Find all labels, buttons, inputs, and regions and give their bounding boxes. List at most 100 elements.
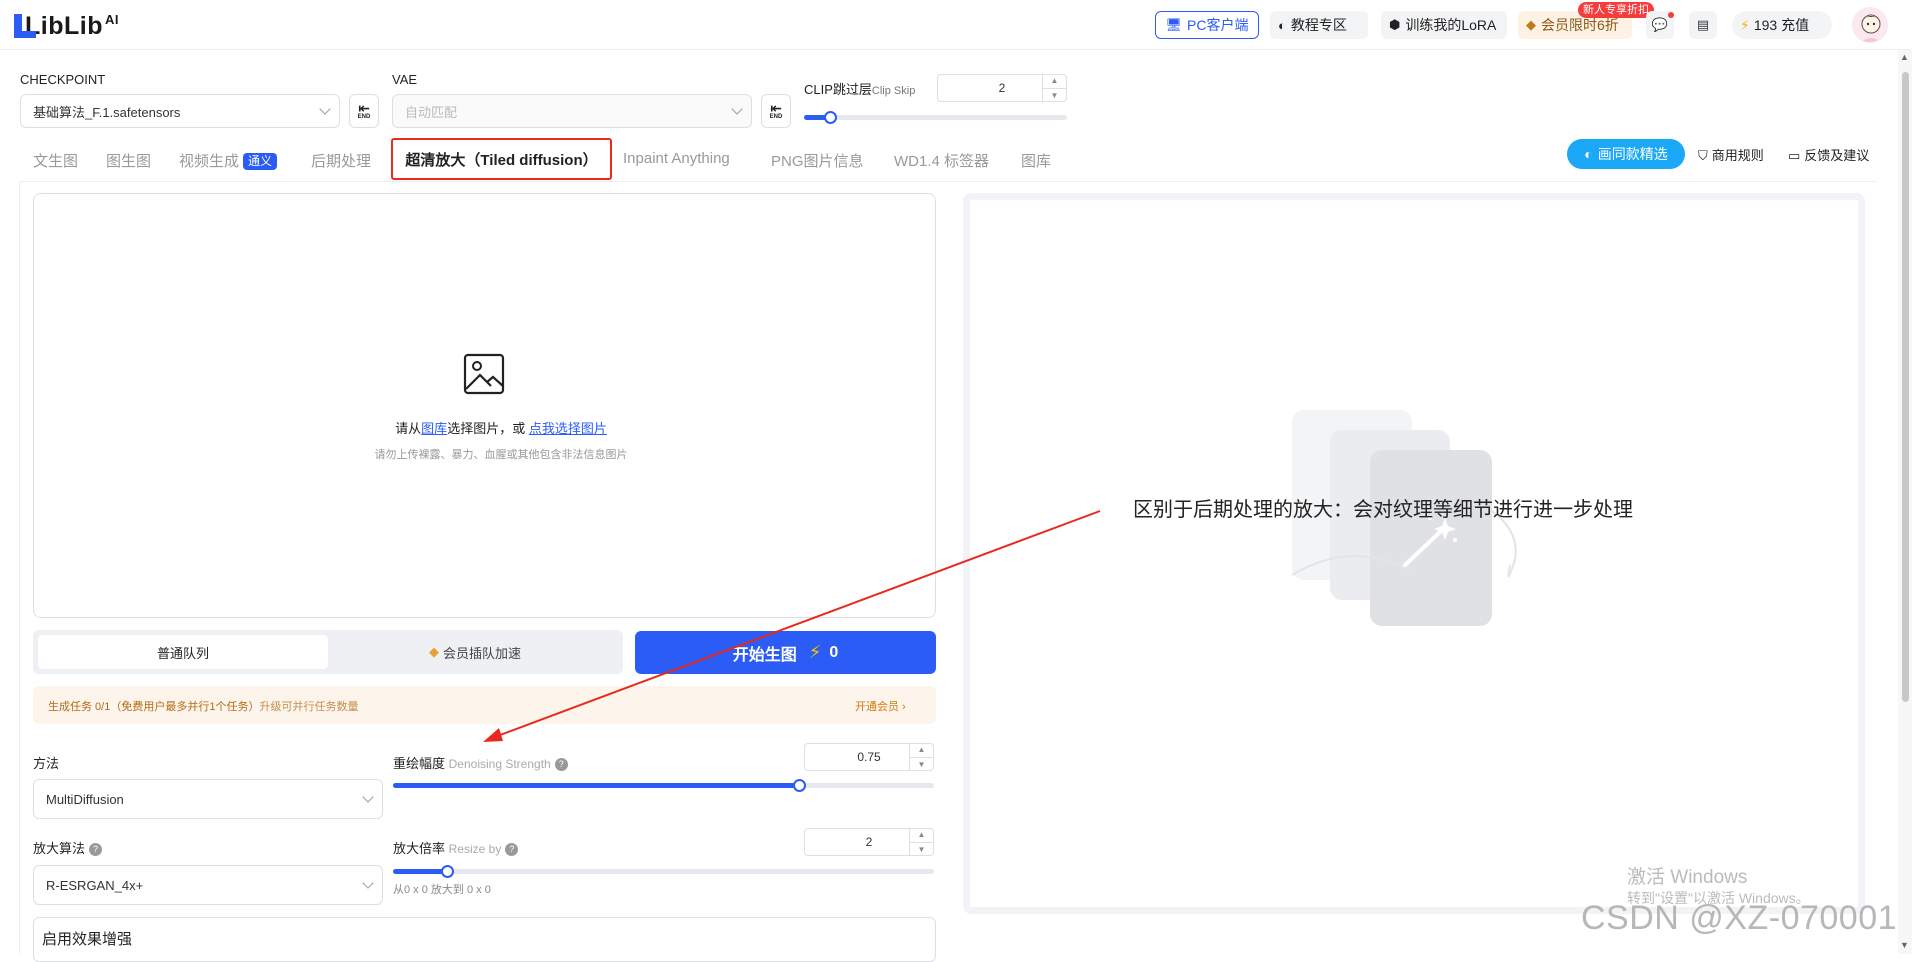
train-lora-button[interactable]: ⬢ 训练我的LoRA [1381, 11, 1507, 39]
chat-icon: 💬 [1651, 17, 1669, 32]
method-select[interactable]: MultiDiffusion [33, 779, 383, 819]
liblib-logo[interactable]: LibLib AI [14, 12, 119, 40]
image-icon [463, 353, 505, 395]
csdn-watermark: CSDN @XZ-070001 [1581, 899, 1898, 937]
stepper-down-icon[interactable]: ▼ [910, 758, 933, 772]
chevron-down-icon [731, 103, 743, 115]
tab-png-info[interactable]: PNG图片信息 [771, 150, 864, 171]
generate-label: 开始生图 [732, 646, 797, 664]
tab-tiled-diffusion[interactable]: 超清放大（Tiled diffusion） [391, 138, 612, 180]
tab-post-processing[interactable]: 后期处理 [311, 150, 371, 171]
shield-icon: ⛉ [1698, 148, 1708, 163]
pc-client-button[interactable]: 🖥 PC客户端 [1155, 11, 1259, 39]
upscaler-select[interactable]: R-ESRGAN_4x+ [33, 865, 383, 905]
denoise-slider-thumb[interactable] [793, 779, 806, 792]
tab-text-to-image[interactable]: 文生图 [33, 150, 78, 171]
vip-promo-badge: 新人专享折扣 [1578, 2, 1654, 18]
clip-skip-label-cn: CLIP跳过层 [804, 82, 872, 97]
clip-skip-label: CLIP跳过层Clip Skip [804, 79, 915, 98]
method-label: 方法 [33, 756, 60, 771]
upload-middle: 选择图片，或 [447, 421, 526, 436]
clip-skip-slider[interactable] [804, 115, 1067, 120]
pc-client-label: PC客户端 [1187, 17, 1249, 33]
resize-slider[interactable] [393, 869, 934, 874]
stepper-down-icon[interactable]: ▼ [910, 843, 933, 857]
monitor-icon: 🖥 [1165, 17, 1183, 32]
tab-inpaint-anything[interactable]: Inpaint Anything [623, 150, 730, 167]
scroll-up-arrow-icon[interactable]: ▲ [1900, 52, 1909, 62]
logo-mark [14, 14, 36, 38]
tutorial-button[interactable]: ◐ 教程专区 [1270, 11, 1368, 39]
checkpoint-end-button[interactable]: ⇤ END [349, 94, 379, 128]
checkpoint-value: 基础算法_F.1.safetensors [33, 104, 181, 120]
generate-cost: 0 [829, 643, 839, 661]
stepper-up-icon[interactable]: ▲ [1043, 74, 1066, 89]
avatar[interactable] [1852, 7, 1888, 43]
help-icon[interactable]: ? [89, 843, 103, 856]
vae-select[interactable]: 自动匹配 [392, 94, 752, 128]
chevron-down-icon [362, 877, 374, 889]
scrollbar-thumb[interactable] [1902, 72, 1909, 702]
help-icon[interactable]: ? [505, 843, 519, 856]
document-button[interactable]: ▤ [1689, 11, 1717, 39]
vip-queue-button[interactable]: ◆ 会员插队加速 [330, 635, 620, 669]
resize-stepper[interactable]: ▲ ▼ [909, 828, 933, 856]
commercial-rules-link[interactable]: ⛉ 商用规则 [1698, 145, 1764, 164]
feedback-link[interactable]: ▭ 反馈及建议 [1788, 145, 1869, 164]
tab-wd-tagger[interactable]: WD1.4 标签器 [894, 150, 989, 171]
resize-slider-thumb[interactable] [441, 865, 454, 878]
denoise-stepper[interactable]: ▲ ▼ [909, 743, 933, 771]
tab-image-to-image[interactable]: 图生图 [106, 150, 151, 171]
end-label: END [769, 114, 783, 120]
stepper-up-icon[interactable]: ▲ [910, 828, 933, 843]
gallery-link[interactable]: 图库 [421, 421, 447, 436]
checkpoint-select[interactable]: 基础算法_F.1.safetensors [20, 94, 340, 128]
feedback-label: 反馈及建议 [1804, 148, 1870, 163]
stepper-up-icon[interactable]: ▲ [910, 743, 933, 758]
unread-dot [1668, 12, 1674, 18]
tab-video-label: 视频生成 [179, 153, 240, 170]
open-vip-link[interactable]: 开通会员 › [855, 698, 906, 714]
tab-gallery[interactable]: 图库 [1021, 150, 1051, 171]
palette-icon: ◐ [1278, 17, 1286, 33]
clip-skip-label-en: Clip Skip [871, 85, 916, 97]
diamond-icon: ◆ [1526, 17, 1536, 32]
generate-button[interactable]: 开始生图 ⚡ 0 [635, 631, 936, 674]
checkpoint-label: CHECKPOINT [20, 72, 106, 87]
enhance-section[interactable] [33, 917, 936, 962]
end-label: END [357, 114, 371, 120]
vae-end-button[interactable]: ⇤ END [761, 94, 791, 128]
logo-sup: AI [104, 12, 119, 27]
stepper-down-icon[interactable]: ▼ [1043, 89, 1066, 103]
upscaler-label-text: 放大算法 [33, 841, 86, 856]
help-icon[interactable]: ? [554, 758, 568, 771]
chevron-down-icon [362, 791, 374, 803]
resize-value: 2 [865, 835, 873, 849]
vip-queue-label: 会员插队加速 [442, 645, 521, 661]
image-upload-area[interactable] [33, 193, 936, 618]
diamond-icon: ◆ [428, 644, 439, 659]
clip-skip-slider-thumb[interactable] [824, 111, 837, 124]
top-bar: LibLib AI 🖥 PC客户端 ◐ 教程专区 ⬢ 训练我的LoRA ◆ 会员… [0, 0, 1912, 50]
denoise-slider-fill [393, 783, 799, 788]
tongyi-badge: 通义 [243, 153, 278, 170]
method-value: MultiDiffusion [46, 791, 124, 807]
bolt-icon: ⚡ [808, 642, 822, 662]
scroll-down-arrow-icon[interactable]: ▼ [1900, 940, 1909, 950]
denoise-label-cn: 重绘幅度 [393, 756, 446, 771]
tab-video[interactable]: 视频生成 通义 [179, 150, 278, 171]
upscaler-value: R-ESRGAN_4x+ [46, 877, 144, 893]
vae-label: VAE [392, 72, 418, 87]
credits-label: 193 充值 [1753, 17, 1810, 33]
pick-image-link[interactable]: 点我选择图片 [529, 421, 607, 436]
cube-icon: ⬢ [1389, 17, 1401, 32]
picks-button[interactable]: ◐ 画同款精选 [1567, 139, 1685, 169]
normal-queue-button[interactable]: 普通队列 [38, 635, 328, 669]
picks-label: 画同款精选 [1597, 146, 1668, 162]
enhance-label: 启用效果增强 [42, 931, 133, 948]
resize-label: 放大倍率 Resize by? [393, 838, 519, 857]
annotation-text: 区别于后期处理的放大：会对纹理等细节进行进一步处理 [1133, 499, 1633, 521]
credits-recharge-button[interactable]: ⚡ 193 充值 [1732, 11, 1832, 39]
clip-skip-stepper[interactable]: ▲ ▼ [1042, 74, 1066, 102]
resize-slider-fill [393, 869, 447, 874]
